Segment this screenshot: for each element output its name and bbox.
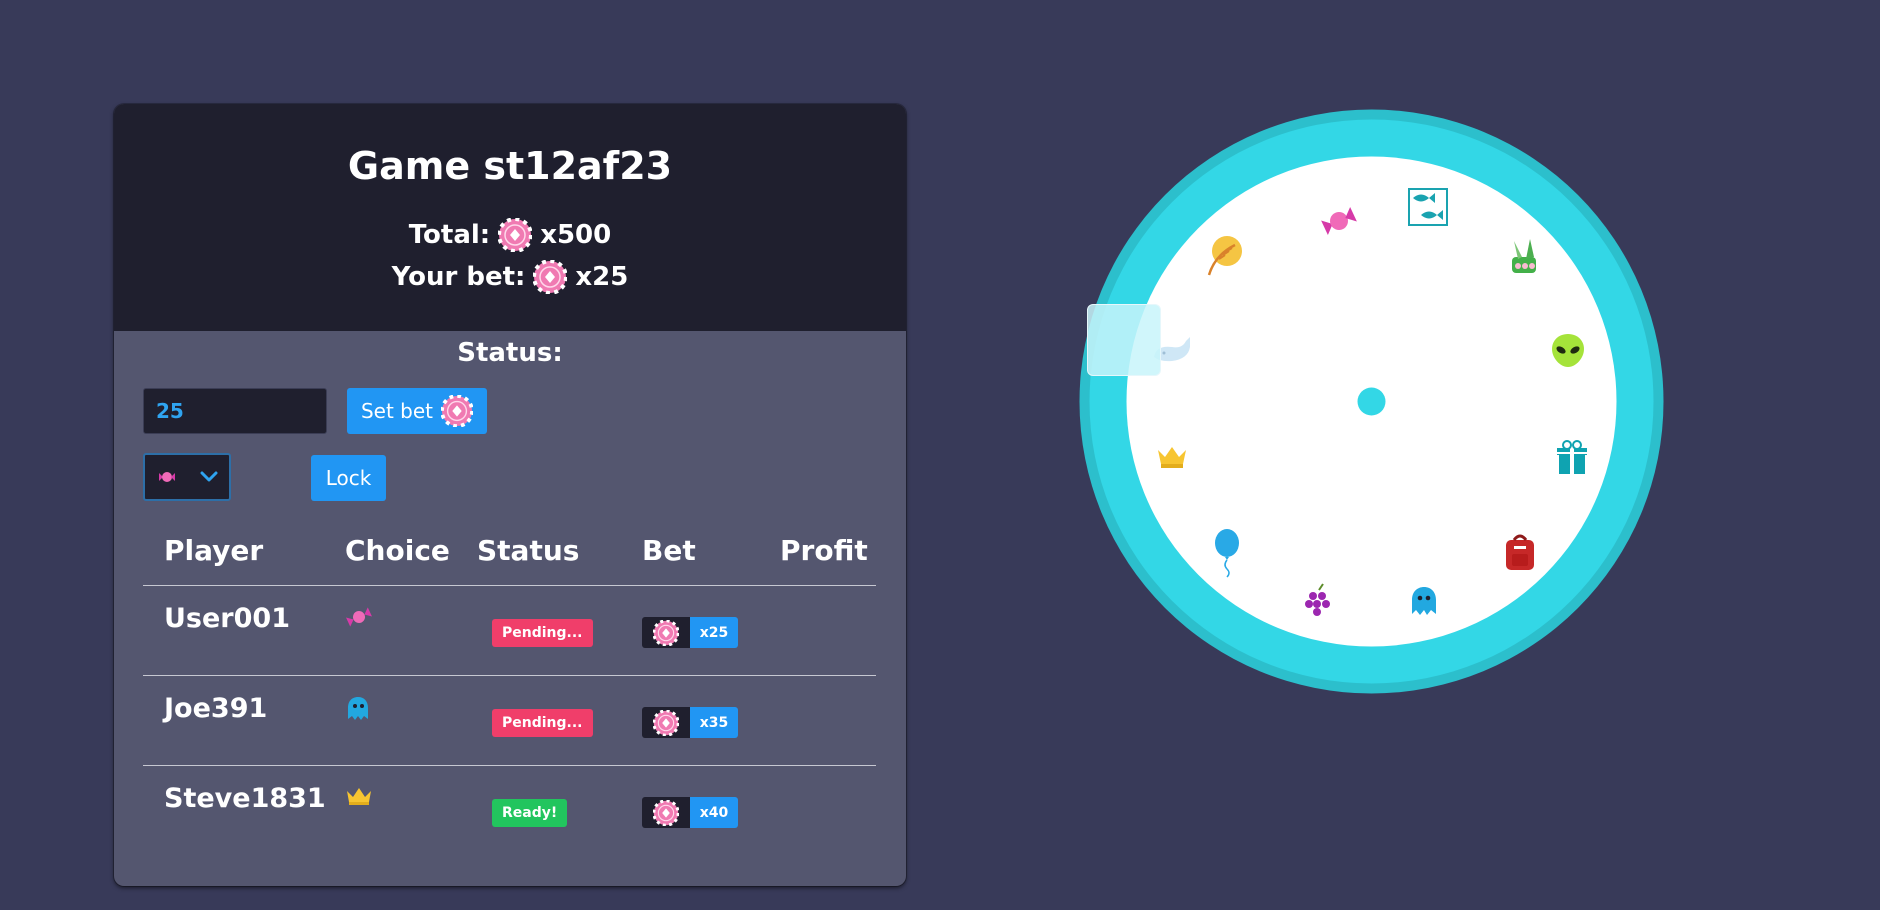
- divider: [143, 765, 876, 766]
- player-choice: [345, 695, 371, 727]
- wheel-pointer: [1087, 304, 1161, 376]
- total-value: x500: [540, 220, 612, 250]
- player-name: User001: [164, 603, 290, 634]
- choice-select[interactable]: [143, 453, 231, 501]
- bet-multiplier: x35: [690, 707, 738, 738]
- bet-amount-input[interactable]: [143, 388, 327, 434]
- game-header: Game st12af23 Total: x500 Your bet: x25: [114, 104, 906, 331]
- status-title: Status:: [457, 338, 563, 368]
- player-name: Joe391: [164, 693, 268, 724]
- your-bet: Your bet: x25: [114, 260, 906, 294]
- wheel-svg: [1079, 109, 1664, 694]
- divider: [143, 585, 876, 586]
- table-row: User001 Pending... x25: [114, 591, 906, 681]
- header-status: Status: [477, 534, 580, 567]
- chevron-down-icon: [200, 471, 218, 482]
- bet-multiplier: x25: [690, 617, 738, 648]
- player-name: Steve1831: [164, 783, 326, 814]
- lock-button[interactable]: Lock: [311, 455, 386, 501]
- total-label: Total:: [408, 220, 491, 250]
- chip-icon: [653, 709, 679, 736]
- chip-box: [642, 797, 690, 828]
- divider: [143, 675, 876, 676]
- status-badge: Pending...: [492, 709, 593, 737]
- your-bet-value: x25: [575, 262, 629, 292]
- table-row: Joe391 Pending... x35: [114, 681, 906, 771]
- bet-badge: x25: [642, 617, 738, 648]
- header-bet: Bet: [642, 534, 696, 567]
- candy-icon: [159, 472, 175, 482]
- your-bet-label: Your bet:: [391, 262, 526, 292]
- chip-icon: [653, 619, 679, 646]
- candy-icon: [346, 607, 372, 627]
- total-pot: Total: x500: [114, 218, 906, 252]
- bet-badge: x35: [642, 707, 738, 738]
- header-choice: Choice: [345, 534, 450, 567]
- ghost-icon: [348, 697, 368, 720]
- status-badge: Ready!: [492, 799, 568, 827]
- chip-icon: [653, 799, 679, 826]
- prize-wheel: [1079, 109, 1664, 694]
- game-panel: Game st12af23 Total: x500 Your bet: x25 …: [114, 104, 906, 886]
- table-row: Steve1831 Ready! x40: [114, 771, 906, 861]
- chip-icon: [498, 218, 533, 252]
- game-title: Game st12af23: [347, 144, 673, 188]
- backpack-icon: [1506, 534, 1534, 570]
- set-bet-button[interactable]: Set bet: [347, 388, 487, 434]
- bet-badge: x40: [642, 797, 738, 828]
- chip-icon: [441, 395, 474, 427]
- player-choice: [345, 785, 373, 811]
- set-bet-label: Set bet: [360, 399, 434, 423]
- header-player: Player: [164, 534, 264, 567]
- bet-multiplier: x40: [690, 797, 738, 828]
- wheel-center: [1357, 387, 1386, 416]
- status-badge: Pending...: [492, 619, 593, 647]
- chip-box: [642, 707, 690, 738]
- chip-box: [642, 617, 690, 648]
- player-choice: [345, 605, 373, 633]
- chip-icon: [533, 260, 568, 294]
- crown-icon: [347, 788, 371, 805]
- header-profit: Profit: [780, 534, 868, 567]
